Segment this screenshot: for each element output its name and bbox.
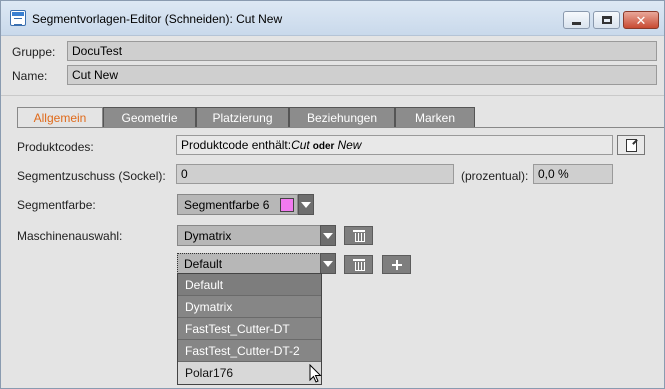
product-codes-term2: New	[337, 138, 362, 152]
edit-product-codes-button[interactable]	[617, 135, 645, 155]
trash-icon	[352, 230, 365, 242]
close-icon: ✕	[635, 12, 647, 28]
tab-geometrie[interactable]: Geometrie	[103, 107, 196, 128]
title-bar[interactable]: Segmentvorlagen-Editor (Schneiden): Cut …	[1, 1, 664, 36]
maximize-icon	[601, 16, 612, 24]
maximize-button[interactable]	[593, 11, 620, 29]
trash-icon	[352, 259, 365, 271]
machine-label: Maschinenauswahl:	[17, 229, 123, 243]
segment-surcharge-field[interactable]: 0	[176, 164, 454, 184]
name-field[interactable]: Cut New	[67, 65, 657, 85]
delete-machine-button[interactable]	[344, 226, 373, 245]
minimize-icon	[572, 21, 581, 25]
group-label: Gruppe:	[12, 45, 56, 59]
tab-allgemein[interactable]: Allgemein	[17, 107, 103, 128]
editor-content: Gruppe: DocuTest Name: Cut New Allgemein…	[1, 36, 664, 388]
dropdown-option-fasttest-cutter-dt-2[interactable]: FastTest_Cutter-DT-2	[178, 340, 321, 362]
product-codes-label: Produktcodes:	[17, 140, 94, 154]
edit-icon	[625, 138, 637, 152]
editor-app-icon	[10, 10, 26, 26]
profile-select[interactable]: Default	[177, 253, 321, 274]
dropdown-option-fasttest-cutter-dt[interactable]: FastTest_Cutter-DT	[178, 318, 321, 340]
machine-select[interactable]: Dymatrix	[177, 225, 321, 246]
dropdown-option-polar176[interactable]: Polar176	[178, 362, 321, 384]
profile-dropdown-list: Default Dymatrix FastTest_Cutter-DT Fast…	[177, 273, 322, 385]
segment-color-swatch	[280, 198, 294, 212]
group-field[interactable]: DocuTest	[67, 41, 657, 61]
profile-dropdown-arrow[interactable]	[320, 253, 336, 274]
segment-color-dropdown-arrow[interactable]	[298, 194, 314, 215]
close-button[interactable]: ✕	[623, 11, 659, 29]
minimize-button[interactable]	[563, 11, 590, 29]
product-codes-prefix: Produktcode enthält:	[181, 138, 292, 152]
dropdown-option-default[interactable]: Default	[178, 274, 321, 296]
plus-icon	[391, 259, 402, 270]
add-profile-button[interactable]	[382, 255, 411, 274]
editor-window: Segmentvorlagen-Editor (Schneiden): Cut …	[0, 0, 665, 389]
product-codes-operator: oder	[312, 141, 335, 152]
name-label: Name:	[12, 69, 48, 83]
product-codes-term1: Cut	[291, 138, 310, 152]
dropdown-option-dymatrix[interactable]: Dymatrix	[178, 296, 321, 318]
tab-beziehungen[interactable]: Beziehungen	[289, 107, 395, 128]
product-codes-field[interactable]: Produktcode enthält:Cut oder New	[176, 135, 613, 155]
machine-dropdown-arrow[interactable]	[320, 225, 336, 246]
tab-bar: Allgemein Geometrie Platzierung Beziehun…	[17, 107, 475, 128]
delete-profile-button[interactable]	[344, 255, 373, 274]
tab-marken[interactable]: Marken	[395, 107, 475, 128]
tab-underline	[17, 127, 664, 128]
header-separator	[1, 95, 664, 96]
tab-platzierung[interactable]: Platzierung	[196, 107, 289, 128]
percent-label: (prozentual):	[461, 169, 529, 183]
segment-color-label: Segmentfarbe:	[17, 198, 96, 212]
segment-surcharge-label: Segmentzuschuss (Sockel):	[17, 169, 166, 183]
window-title: Segmentvorlagen-Editor (Schneiden): Cut …	[32, 12, 283, 26]
percent-field[interactable]: 0,0 %	[533, 164, 613, 184]
